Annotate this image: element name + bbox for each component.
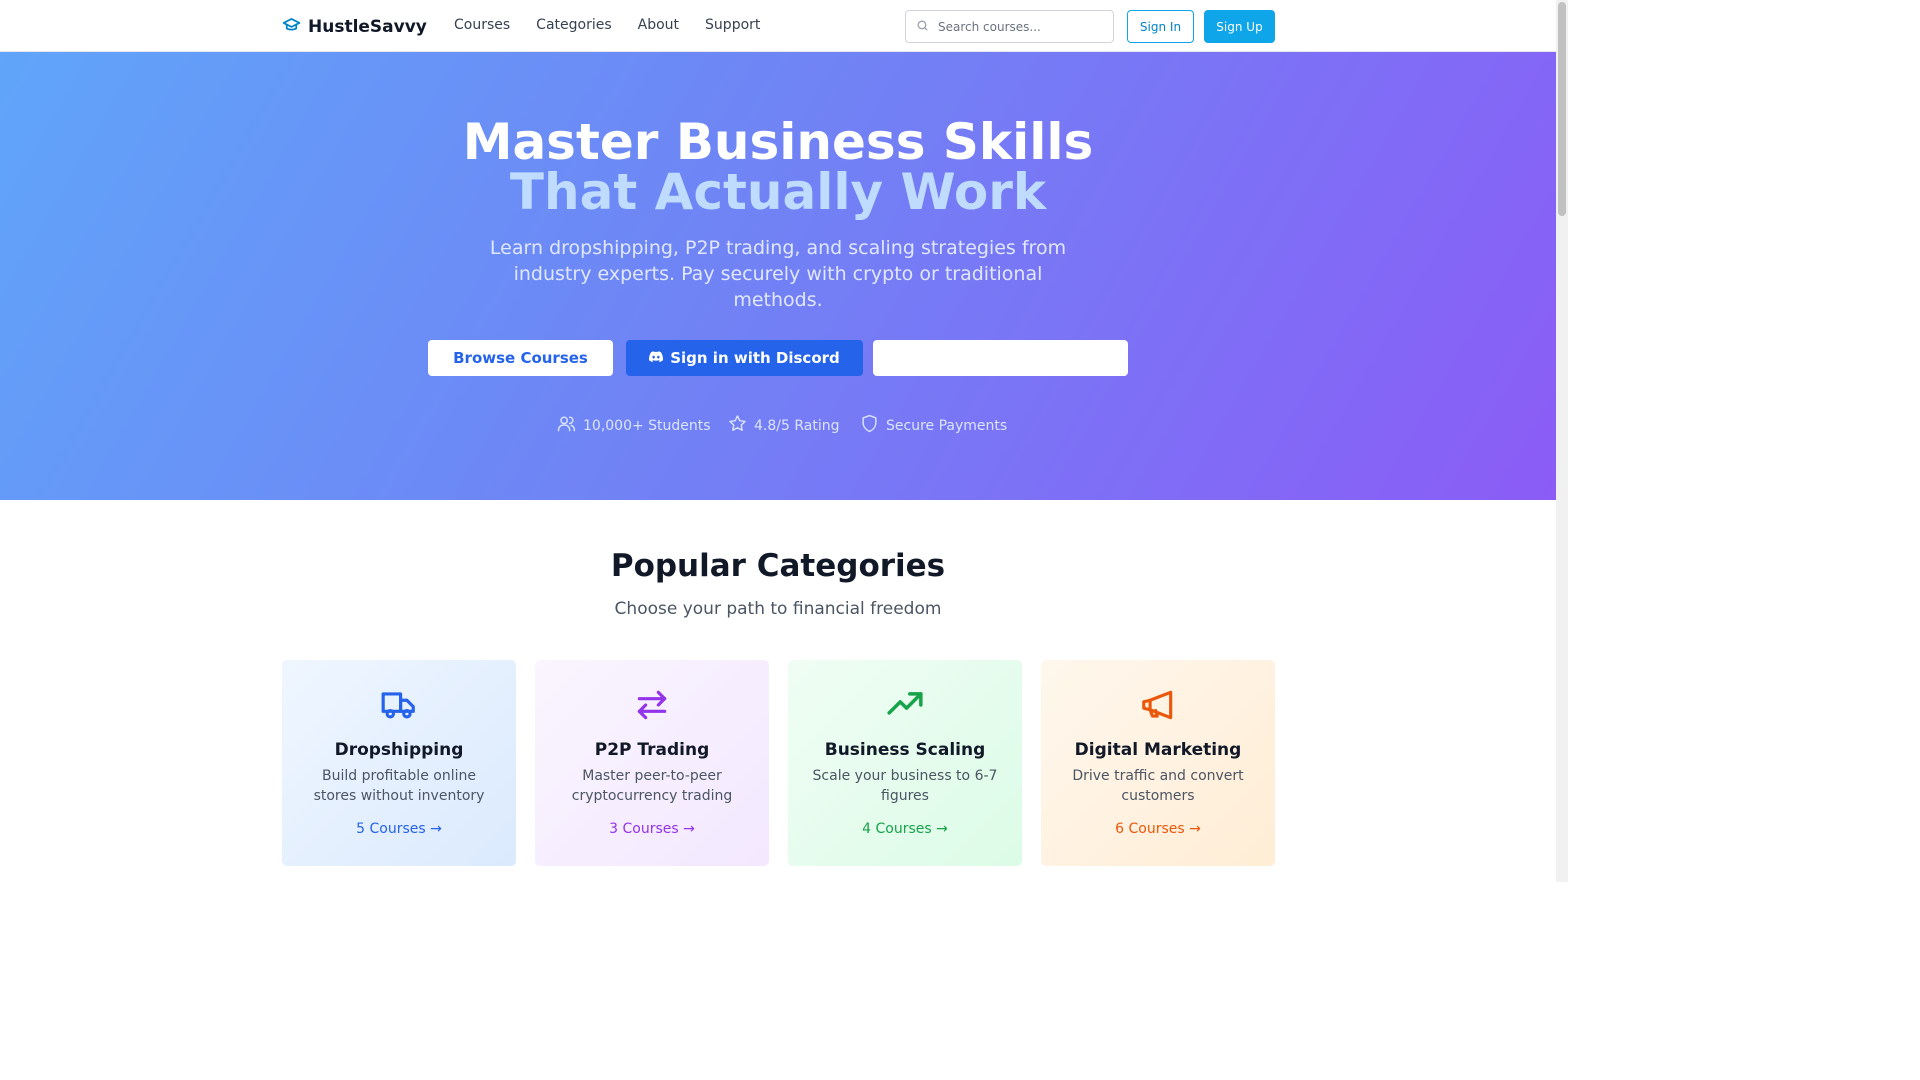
stat-rating-label: 4.8/5 Rating	[754, 417, 840, 434]
stat-students-label: 10,000+ Students	[583, 417, 711, 434]
category-card-dropshipping[interactable]: Dropshipping Build profitable online sto…	[282, 660, 516, 866]
blank-button[interactable]	[873, 340, 1128, 376]
nav-link-about[interactable]: About	[638, 17, 679, 33]
category-card-p2p-trading[interactable]: P2P Trading Master peer-to-peer cryptocu…	[535, 660, 769, 866]
category-card-digital-marketing[interactable]: Digital Marketing Drive traffic and conv…	[1041, 660, 1275, 866]
nav-link-courses[interactable]: Courses	[454, 17, 510, 33]
category-courses-link[interactable]: 5 Courses →	[282, 821, 516, 837]
category-courses-link[interactable]: 3 Courses →	[535, 821, 769, 837]
category-courses-link[interactable]: 4 Courses →	[788, 821, 1022, 837]
stat-payments-label: Secure Payments	[886, 417, 1008, 434]
truck-icon	[380, 686, 418, 728]
search-box[interactable]	[905, 10, 1114, 43]
scrollbar-thumb[interactable]	[1558, 2, 1566, 216]
stat-rating: 4.8/5 Rating	[728, 414, 839, 437]
brand-name: HustleSavvy	[308, 16, 427, 37]
users-icon	[557, 414, 576, 437]
category-title: P2P Trading	[594, 740, 710, 760]
category-title: Dropshipping	[334, 740, 464, 760]
categories-subtitle: Choose your path to financial freedom	[614, 599, 942, 619]
arrows-swap-icon	[633, 686, 671, 728]
star-icon	[728, 414, 747, 437]
page-scrollbar[interactable]	[1556, 0, 1568, 882]
trending-up-icon	[886, 686, 924, 728]
stat-students: 10,000+ Students	[557, 414, 711, 437]
nav-link-support[interactable]: Support	[705, 17, 760, 33]
category-courses-link[interactable]: 6 Courses →	[1041, 821, 1275, 837]
hero-title-line1: Master Business Skills	[462, 113, 1094, 171]
hero-title-line2: That Actually Work	[509, 163, 1047, 221]
browse-courses-button[interactable]: Browse Courses	[428, 340, 613, 376]
discord-signin-button[interactable]: Sign in with Discord	[626, 340, 863, 376]
megaphone-icon	[1139, 686, 1177, 728]
category-title: Business Scaling	[824, 740, 986, 760]
category-description: Drive traffic and convert customers	[1072, 768, 1244, 804]
hero-section: Master Business Skills That Actually Wor…	[0, 52, 1556, 500]
category-description: Build profitable online stores without i…	[313, 768, 485, 804]
graduation-cap-icon	[282, 15, 301, 38]
category-title: Digital Marketing	[1074, 740, 1242, 760]
brand-logo[interactable]: HustleSavvy	[282, 15, 427, 38]
discord-button-label: Sign in with Discord	[670, 349, 840, 367]
discord-icon	[649, 349, 664, 367]
hero-subtitle: Learn dropshipping, P2P trading, and sca…	[489, 237, 1067, 311]
search-input[interactable]	[938, 19, 1098, 34]
category-card-business-scaling[interactable]: Business Scaling Scale your business to …	[788, 660, 1022, 866]
sign-up-button[interactable]: Sign Up	[1204, 10, 1275, 43]
shield-icon	[860, 414, 879, 437]
stat-payments: Secure Payments	[860, 414, 1007, 437]
nav-links: Courses Categories About Support	[454, 17, 760, 33]
categories-title: Popular Categories	[610, 548, 946, 584]
search-icon	[916, 17, 929, 36]
top-nav: HustleSavvy Courses Categories About Sup…	[0, 0, 1556, 52]
category-description: Scale your business to 6-7 figures	[812, 768, 998, 804]
category-description: Master peer-to-peer cryptocurrency tradi…	[571, 768, 733, 804]
nav-link-categories[interactable]: Categories	[536, 17, 611, 33]
sign-in-button[interactable]: Sign In	[1127, 10, 1194, 43]
